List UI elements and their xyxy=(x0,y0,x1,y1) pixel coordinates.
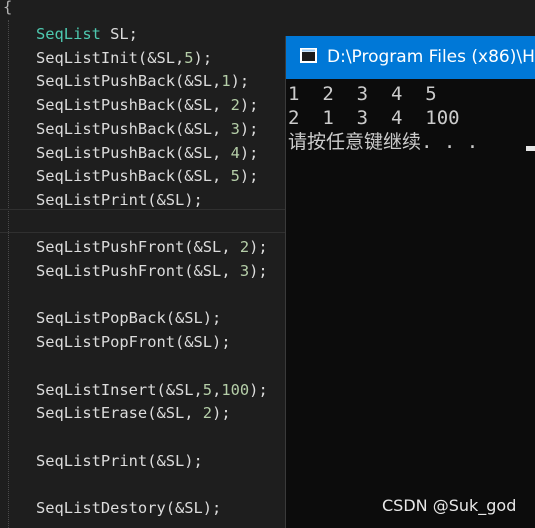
code-text-token: SeqListPushFront(&SL, xyxy=(36,238,240,256)
code-text-token: ); xyxy=(239,167,259,185)
code-number-token: 3 xyxy=(239,262,250,280)
code-text-token: SeqListPopBack(&SL); xyxy=(36,309,222,327)
code-line: SeqListPushBack(&SL, 5); xyxy=(36,165,258,188)
code-text-token: ); xyxy=(230,72,250,90)
code-text-token: SeqListInsert(&SL, xyxy=(36,381,203,399)
code-line: SeqListPushBack(&SL, 4); xyxy=(36,142,258,165)
code-line: SeqListInit(&SL,5); xyxy=(36,47,212,70)
code-line: SeqListPushBack(&SL,1); xyxy=(36,70,249,93)
code-text-token: SeqListDestory(&SL); xyxy=(36,499,222,517)
code-line: SeqListPushFront(&SL, 2); xyxy=(36,236,268,259)
code-text-token: SeqListInit(&SL, xyxy=(36,49,185,67)
code-number-token: 5 xyxy=(202,381,213,399)
code-number-token: 5 xyxy=(230,167,240,185)
code-line: SeqListPopBack(&SL); xyxy=(36,307,221,330)
code-line: SeqListErase(&SL, 2); xyxy=(36,402,231,425)
open-brace: { xyxy=(3,0,13,16)
code-text-token: SeqListErase(&SL, xyxy=(36,404,203,422)
console-title: D:\Program Files (x86)\H xyxy=(327,47,535,67)
code-text-token: SeqListPushFront(&SL, xyxy=(36,262,240,280)
console-titlebar[interactable]: D:\Program Files (x86)\H xyxy=(286,36,535,79)
code-text-token: SeqListPrint(&SL); xyxy=(36,452,203,470)
code-line: SeqListInsert(&SL,5,100); xyxy=(36,379,268,402)
code-number-token: 5 xyxy=(184,49,194,67)
code-text-token: SL; xyxy=(100,25,138,43)
code-number-token: 4 xyxy=(230,144,240,162)
code-number-token: 1 xyxy=(221,72,231,90)
code-number-token: 2 xyxy=(230,96,240,114)
watermark: CSDN @Suk_god xyxy=(382,496,517,515)
code-text-token: SeqListPushBack(&SL, xyxy=(36,167,231,185)
code-text-token: SeqListPrint(&SL); xyxy=(36,191,203,209)
code-line: SeqList SL; xyxy=(36,23,138,46)
code-text-token: ); xyxy=(212,404,231,422)
code-line: SeqListPopFront(&SL); xyxy=(36,331,231,354)
code-line: SeqListPrint(&SL); xyxy=(36,450,203,473)
console-prompt-line: 请按任意键继续. . . xyxy=(288,131,479,153)
code-text-token: ); xyxy=(249,238,268,256)
console-window[interactable]: D:\Program Files (x86)\H 1 2 3 4 5 2 1 3… xyxy=(285,36,535,528)
code-text-token: SeqListPushBack(&SL, xyxy=(36,144,231,162)
code-text-token: SeqListPushBack(&SL, xyxy=(36,72,222,90)
code-line: SeqListPushFront(&SL, 3); xyxy=(36,260,268,283)
code-number-token: 100 xyxy=(221,381,250,399)
code-text-token: , xyxy=(212,381,222,399)
code-number-token: 3 xyxy=(230,120,240,138)
code-text-token: ); xyxy=(249,262,268,280)
code-line: SeqListPrint(&SL); xyxy=(36,189,203,212)
console-output-line: 2 1 3 4 100 xyxy=(288,107,460,129)
code-type-token: SeqList xyxy=(36,25,101,43)
code-line: SeqListPushBack(&SL, 3); xyxy=(36,118,258,141)
code-text-token: ); xyxy=(249,381,268,399)
code-text-token: ); xyxy=(239,120,259,138)
code-text-token: SeqListPushBack(&SL, xyxy=(36,96,231,114)
console-output-line: 1 2 3 4 5 xyxy=(288,83,437,105)
code-number-token: 2 xyxy=(239,238,250,256)
console-cursor xyxy=(526,146,535,151)
code-text-token: SeqListPopFront(&SL); xyxy=(36,333,231,351)
indent-guide xyxy=(8,20,9,528)
code-line: SeqListDestory(&SL); xyxy=(36,497,221,520)
code-text-token: ); xyxy=(239,144,259,162)
code-text-token: SeqListPushBack(&SL, xyxy=(36,120,231,138)
code-text-token: ); xyxy=(193,49,213,67)
code-line: SeqListPushBack(&SL, 2); xyxy=(36,94,258,117)
code-text-token: ); xyxy=(239,96,259,114)
code-number-token: 2 xyxy=(202,404,213,422)
console-window-icon xyxy=(300,48,317,63)
